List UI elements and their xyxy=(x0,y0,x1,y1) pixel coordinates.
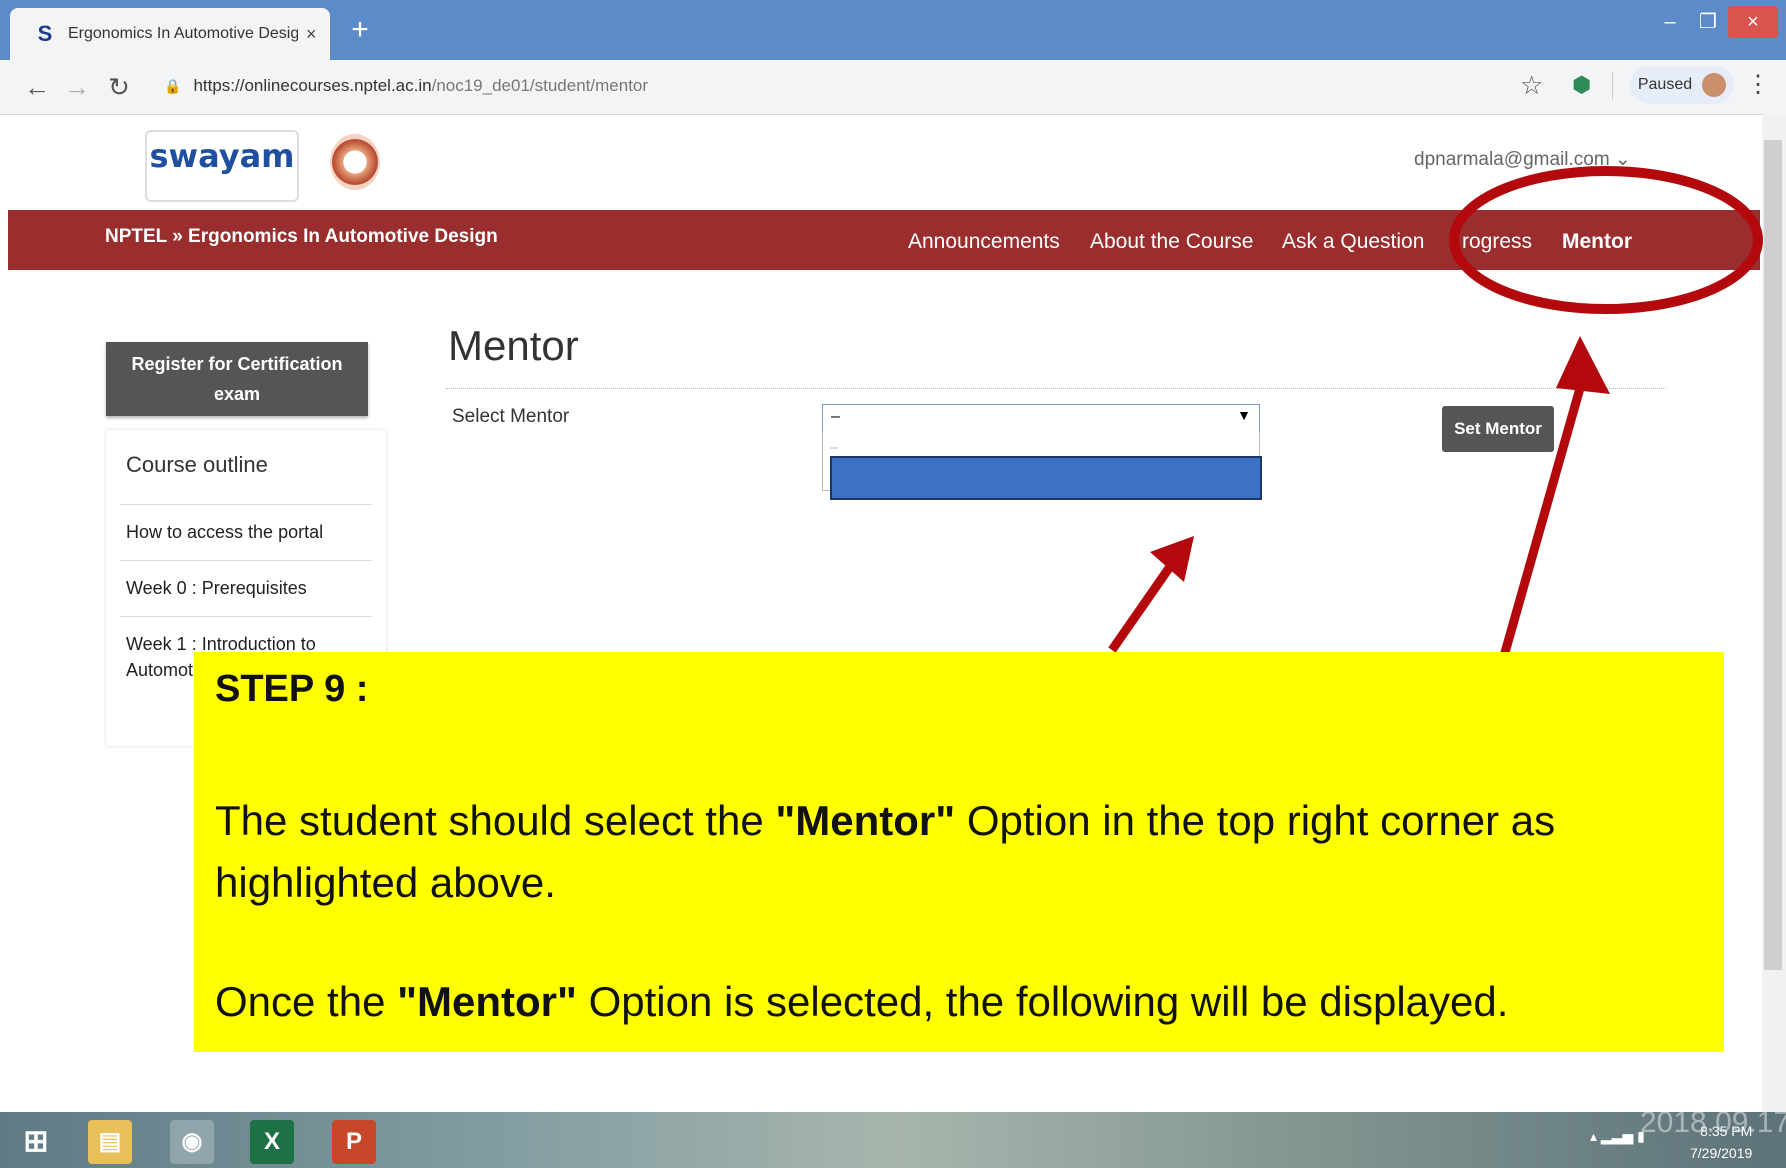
instruction-line-2: Once the "Mentor" Option is selected, th… xyxy=(215,978,1715,1026)
chrome-icon[interactable]: ◉ xyxy=(170,1120,214,1164)
powerpoint-icon[interactable]: P xyxy=(332,1120,376,1164)
clock-date: 7/29/2019 xyxy=(1690,1145,1753,1161)
text: Once the xyxy=(215,978,398,1025)
arrowhead-mentor xyxy=(1556,336,1610,394)
step-heading: STEP 9 : xyxy=(215,668,369,710)
taskbar-clock[interactable]: 8:35 PM 7/29/2019 xyxy=(1690,1120,1752,1164)
text: The student should select the xyxy=(215,797,776,844)
arrow-to-mentor xyxy=(1499,358,1593,658)
instruction-line-1: The student should select the "Mentor" O… xyxy=(215,790,1715,914)
system-tray-icons[interactable]: ▴ ▂▃▅ ▮ xyxy=(1590,1128,1645,1145)
file-explorer-icon[interactable]: ▤ xyxy=(88,1120,132,1164)
clock-time: 8:35 PM xyxy=(1700,1123,1753,1139)
windows-start-icon[interactable]: ⊞ xyxy=(14,1120,58,1164)
arrow-to-dropdown xyxy=(1108,555,1180,653)
arrowhead-dropdown xyxy=(1150,536,1194,582)
highlight-ellipse xyxy=(1449,166,1763,314)
text-bold: "Mentor" xyxy=(775,797,956,844)
text: Option is selected, the following will b… xyxy=(576,978,1509,1025)
excel-icon[interactable]: X xyxy=(250,1120,294,1164)
text-bold: "Mentor" xyxy=(397,978,577,1025)
